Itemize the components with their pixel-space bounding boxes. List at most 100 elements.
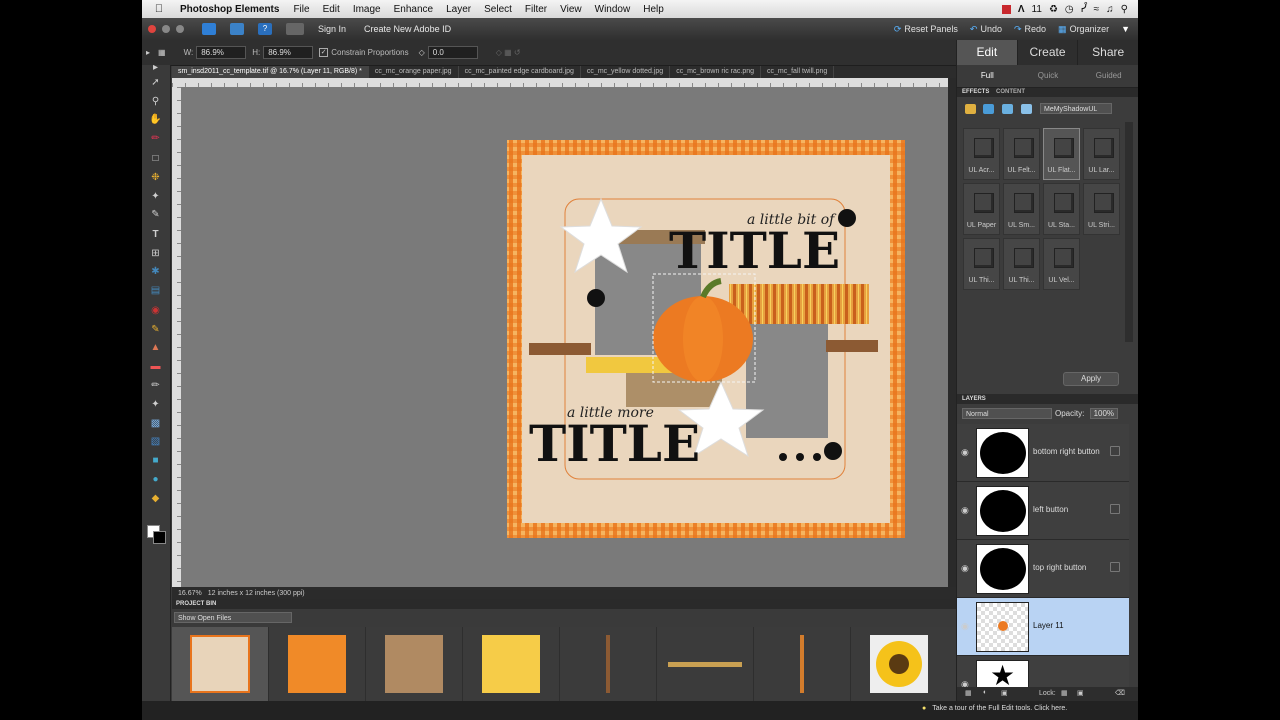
effect-item[interactable]: UL Vel... (1043, 238, 1080, 290)
tab-effects[interactable]: EFFECTS (962, 89, 989, 95)
clone-stamp-tool-icon[interactable]: ▲ (149, 342, 162, 353)
sync-icon[interactable]: ♻ (1049, 4, 1058, 15)
straighten-tool-icon[interactable]: ▤ (149, 285, 162, 296)
layer-row[interactable]: ◉ top right button (957, 540, 1129, 598)
layer-styles-icon[interactable] (983, 104, 994, 114)
height-field[interactable]: 86.9% (263, 46, 314, 59)
filters-icon[interactable] (965, 104, 976, 114)
bin-item-yellow-dotted[interactable] (463, 627, 560, 701)
magic-wand-tool-icon[interactable]: ✦ (149, 191, 162, 202)
visibility-eye-icon[interactable]: ◉ (961, 621, 969, 632)
sign-in-link[interactable]: Sign In (318, 24, 346, 34)
bin-item-ric-rac[interactable] (560, 627, 657, 701)
effects-category-dropdown[interactable]: MeMyShadowUL (1040, 103, 1112, 114)
new-layer-icon[interactable]: ▦ (965, 689, 972, 697)
effect-item[interactable]: UL Paper (963, 183, 1000, 235)
constrain-proportions-checkbox[interactable]: ✓ (319, 48, 329, 57)
lock-all-icon[interactable]: ▣ (1077, 689, 1084, 697)
menu-select[interactable]: Select (484, 4, 512, 15)
menu-help[interactable]: Help (643, 4, 664, 15)
project-bin-header[interactable]: PROJECT BIN (172, 599, 956, 609)
bin-item-cardboard[interactable] (366, 627, 463, 701)
show-all-icon[interactable] (1021, 104, 1032, 114)
adjustment-layer-icon[interactable]: ◐ (983, 689, 987, 696)
organizer-button[interactable]: ▦ Organizer (1058, 24, 1109, 35)
layer-row[interactable]: ◉ ★ (957, 656, 1129, 688)
help-icon[interactable]: ? (258, 23, 272, 35)
zoom-tool-icon[interactable]: ⚲ (149, 96, 162, 107)
layers-title[interactable]: LAYERS (962, 396, 986, 402)
document-canvas-area[interactable]: a little bit of TITLE a little more TITL… (181, 87, 948, 587)
skew-icon[interactable]: ◇ ▦ ↺ (496, 48, 521, 57)
apple-icon[interactable]:  (152, 3, 166, 15)
layer-link-icon[interactable] (1110, 562, 1120, 572)
apply-button[interactable]: Apply (1063, 372, 1119, 386)
create-adobe-id-link[interactable]: Create New Adobe ID (364, 24, 451, 34)
layer-link-icon[interactable] (1110, 504, 1120, 514)
move-tool-icon[interactable]: ➚ (149, 77, 162, 88)
bin-item-fall-twill[interactable] (657, 627, 754, 701)
effect-item[interactable]: UL Stri... (1083, 183, 1120, 235)
effect-item[interactable]: UL Flat... (1043, 128, 1080, 180)
tab-content[interactable]: CONTENT (996, 89, 1025, 95)
minimize-window-button[interactable] (162, 25, 170, 33)
layer-link-icon[interactable] (1110, 446, 1120, 456)
show-open-files-dropdown[interactable]: Show Open Files (174, 612, 292, 623)
tab-share[interactable]: Share (1078, 40, 1138, 65)
tab-quick[interactable]: Quick (1018, 65, 1079, 87)
photo-effects-icon[interactable] (1002, 104, 1013, 114)
menu-window[interactable]: Window (595, 4, 631, 15)
layer-row-selected[interactable]: ◉ Layer 11 (957, 598, 1129, 656)
width-field[interactable]: 86.9% (196, 46, 247, 59)
effect-item[interactable]: UL Acr... (963, 128, 1000, 180)
bin-item-sunflower[interactable] (851, 627, 947, 701)
crop-tool-icon[interactable]: ⊞ (149, 248, 162, 259)
effect-item[interactable]: UL Sta... (1043, 183, 1080, 235)
effect-item[interactable]: UL Felt... (1003, 128, 1040, 180)
background-color-swatch[interactable] (153, 531, 166, 544)
close-window-button[interactable] (148, 25, 156, 33)
full-edit-tour-link[interactable]: ● Take a tour of the Full Edit tools. Cli… (922, 705, 1067, 712)
bin-item-ribbon[interactable] (754, 627, 851, 701)
marquee-tool-icon[interactable]: □ (149, 153, 162, 164)
sponge-tool-icon[interactable]: ◆ (149, 493, 162, 504)
scrapbook-page-canvas[interactable]: a little bit of TITLE a little more TITL… (181, 87, 948, 587)
tab-orange-paper[interactable]: cc_mc_orange paper.jpg (369, 66, 459, 78)
tool-preset-icon[interactable]: ▸ (146, 48, 150, 57)
quick-selection-tool-icon[interactable]: ✎ (149, 209, 162, 220)
red-eye-tool-icon[interactable]: ◉ (149, 305, 162, 316)
status-red-icon[interactable] (1001, 4, 1011, 14)
eyedropper-tool-icon[interactable]: ✏ (149, 133, 162, 144)
hand-tool-icon[interactable]: ✋ (149, 114, 162, 125)
bluetooth-icon[interactable]: ᓮ (1081, 4, 1087, 15)
arrange-documents-icon[interactable] (286, 23, 304, 35)
effect-item[interactable]: UL Thi... (1003, 238, 1040, 290)
zoom-level[interactable]: 16.67% (178, 590, 202, 597)
tab-full[interactable]: Full (957, 65, 1018, 87)
lasso-tool-icon[interactable]: ❉ (149, 172, 162, 183)
layer-row[interactable]: ◉ bottom right button (957, 424, 1129, 482)
lock-transparent-icon[interactable]: ▦ (1061, 689, 1068, 697)
tab-fall-twill[interactable]: cc_mc_fall twill.png (761, 66, 835, 78)
tab-brown-ric-rac[interactable]: cc_mc_brown ric rac.png (670, 66, 761, 78)
tab-yellow-dotted[interactable]: cc_mc_yellow dotted.jpg (581, 66, 671, 78)
zoom-window-button[interactable] (176, 25, 184, 33)
blend-mode-dropdown[interactable]: Normal (962, 408, 1052, 419)
menu-layer[interactable]: Layer (446, 4, 471, 15)
app-name-menu[interactable]: Photoshop Elements (180, 4, 279, 15)
paint-bucket-tool-icon[interactable]: ▩ (149, 418, 162, 429)
time-machine-icon[interactable]: ◷ (1065, 4, 1074, 15)
reset-panels-button[interactable]: ⟳ Reset Panels (894, 24, 958, 35)
redo-button[interactable]: ↷ Redo (1014, 24, 1046, 35)
gradient-tool-icon[interactable]: ▧ (149, 436, 162, 447)
healing-brush-tool-icon[interactable]: ✎ (149, 324, 162, 335)
type-tool-icon[interactable]: T (149, 229, 162, 240)
cookie-cutter-tool-icon[interactable]: ✱ (149, 266, 162, 277)
effects-scrollbar[interactable] (1125, 122, 1133, 342)
menu-enhance[interactable]: Enhance (394, 4, 433, 15)
reference-point-icon[interactable]: ▦ (158, 48, 166, 57)
bin-item-template[interactable] (172, 627, 269, 701)
eraser-tool-icon[interactable]: ▬ (149, 361, 162, 372)
canvas-vertical-scrollbar[interactable] (948, 78, 956, 587)
save-icon[interactable] (230, 23, 244, 35)
